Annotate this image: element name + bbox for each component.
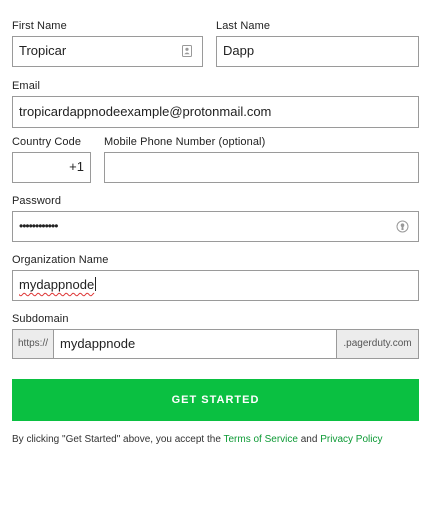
- organization-value: mydappnode: [19, 277, 95, 292]
- password-label: Password: [12, 195, 62, 207]
- privacy-policy-link[interactable]: Privacy Policy: [320, 434, 382, 445]
- organization-value-wrap: mydappnode: [19, 271, 97, 299]
- email-input[interactable]: tropicardappnodeexample@protonmail.com: [12, 96, 419, 128]
- contact-card-icon[interactable]: [181, 45, 193, 57]
- first-name-label: First Name: [12, 20, 67, 32]
- organization-input[interactable]: mydappnode: [12, 270, 419, 301]
- subdomain-prefix: https://: [12, 329, 54, 359]
- mobile-phone-input[interactable]: [104, 152, 419, 183]
- subdomain-label: Subdomain: [12, 313, 69, 325]
- password-value: ••••••••••••: [19, 219, 58, 233]
- last-name-label: Last Name: [216, 20, 271, 32]
- mobile-phone-label: Mobile Phone Number (optional): [104, 136, 266, 148]
- organization-label: Organization Name: [12, 254, 109, 266]
- country-code-label: Country Code: [12, 136, 82, 148]
- terms-and: and: [300, 434, 318, 445]
- signup-form: First Name Tropicar Last Name Dapp Email…: [0, 0, 436, 519]
- terms-prefix: By clicking "Get Started" above, you acc…: [12, 434, 221, 445]
- email-label: Email: [12, 80, 41, 92]
- password-reveal-icon[interactable]: [396, 220, 409, 233]
- get-started-button[interactable]: GET STARTED: [12, 379, 419, 421]
- last-name-input[interactable]: Dapp: [216, 36, 419, 67]
- text-cursor: [95, 277, 97, 291]
- terms-text: By clicking "Get Started" above, you acc…: [12, 434, 382, 445]
- first-name-value: Tropicar: [19, 43, 67, 58]
- email-value: tropicardappnodeexample@protonmail.com: [19, 104, 272, 119]
- password-input[interactable]: ••••••••••••: [12, 211, 419, 242]
- subdomain-suffix: .pagerduty.com: [336, 329, 419, 359]
- first-name-input[interactable]: Tropicar: [12, 36, 203, 67]
- country-code-value: +1: [69, 159, 84, 174]
- subdomain-value: mydappnode: [60, 336, 136, 351]
- subdomain-input[interactable]: mydappnode: [53, 329, 337, 359]
- terms-of-service-link[interactable]: Terms of Service: [224, 434, 298, 445]
- country-code-input[interactable]: +1: [12, 152, 91, 183]
- last-name-value: Dapp: [223, 43, 255, 58]
